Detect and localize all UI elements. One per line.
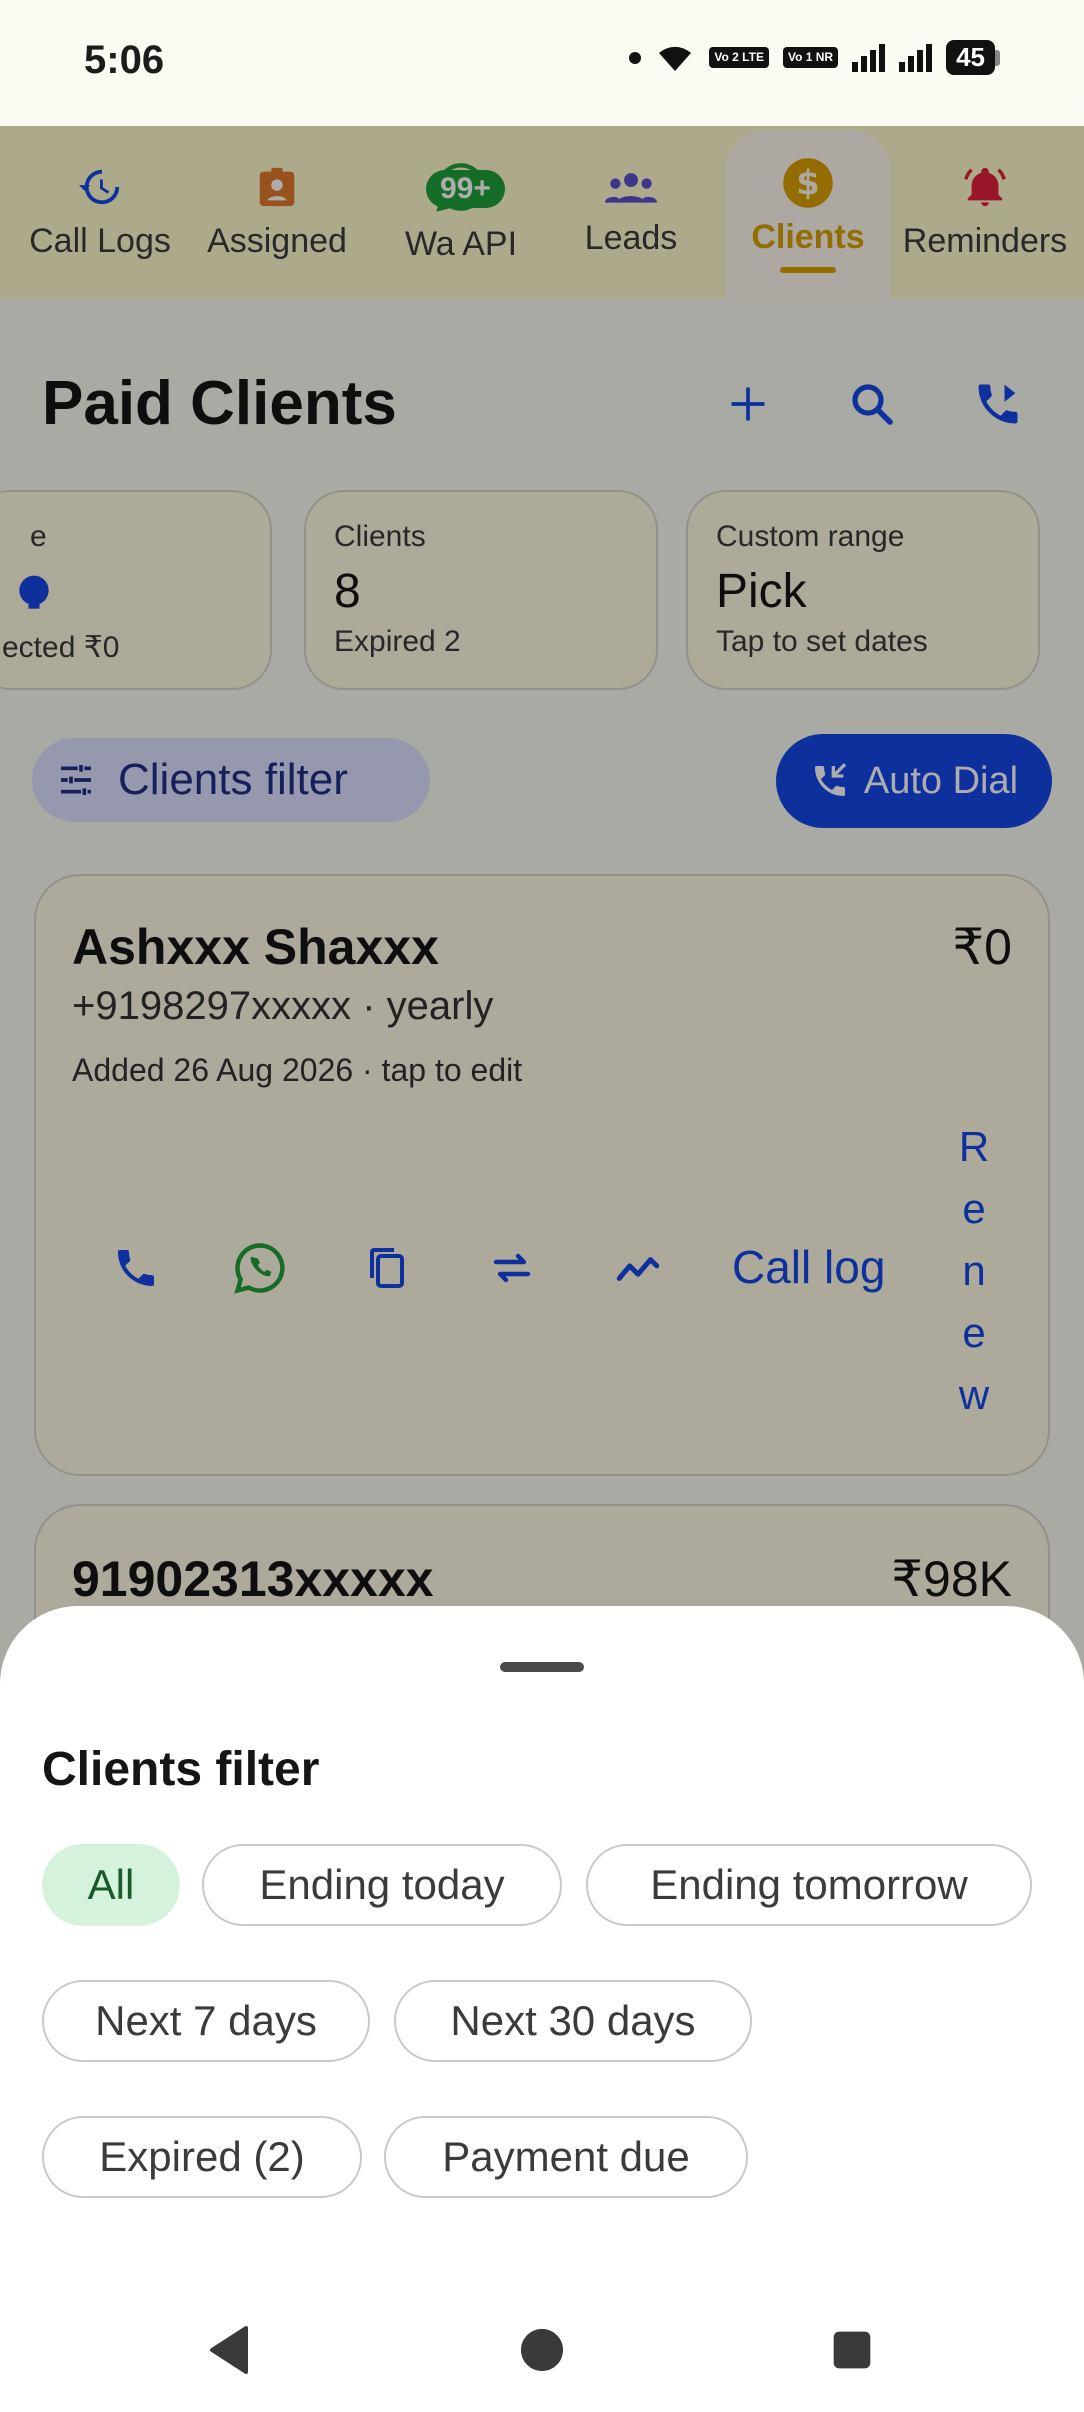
chip-ending-tomorrow[interactable]: Ending tomorrow (586, 1844, 1032, 1926)
back-icon (210, 2326, 248, 2374)
home-icon (520, 2328, 564, 2372)
chip-ending-today[interactable]: Ending today (202, 1844, 562, 1926)
chip-payment-due[interactable]: Payment due (384, 2116, 748, 2198)
signal-icon-2 (899, 43, 933, 72)
status-bar: 5:06 Vo 2 LTE Vo 1 NR 45 (0, 0, 1084, 126)
status-icons: Vo 2 LTE Vo 1 NR 45 (629, 40, 1000, 75)
home-button[interactable] (512, 2320, 572, 2380)
battery-icon: 45 (946, 40, 1000, 75)
sim1-volte-icon: Vo 2 LTE (709, 47, 769, 68)
system-navigation-bar (0, 2280, 1084, 2412)
notification-dot-icon (629, 51, 642, 64)
battery-level: 45 (946, 40, 995, 75)
sim2-volte-icon: Vo 1 NR (782, 47, 839, 68)
chip-expired[interactable]: Expired (2) (42, 2116, 362, 2198)
chip-next-30-days[interactable]: Next 30 days (394, 1980, 752, 2062)
back-button[interactable] (200, 2320, 260, 2380)
sheet-title: Clients filter (42, 1743, 320, 1796)
chip-all[interactable]: All (42, 1844, 180, 1926)
drag-handle[interactable] (500, 1662, 584, 1672)
recents-icon (833, 2331, 871, 2369)
chip-next-7-days[interactable]: Next 7 days (42, 1980, 370, 2062)
status-time: 5:06 (84, 38, 165, 82)
wifi-icon (659, 46, 692, 71)
recents-button[interactable] (822, 2320, 882, 2380)
signal-icon-1 (852, 43, 886, 72)
